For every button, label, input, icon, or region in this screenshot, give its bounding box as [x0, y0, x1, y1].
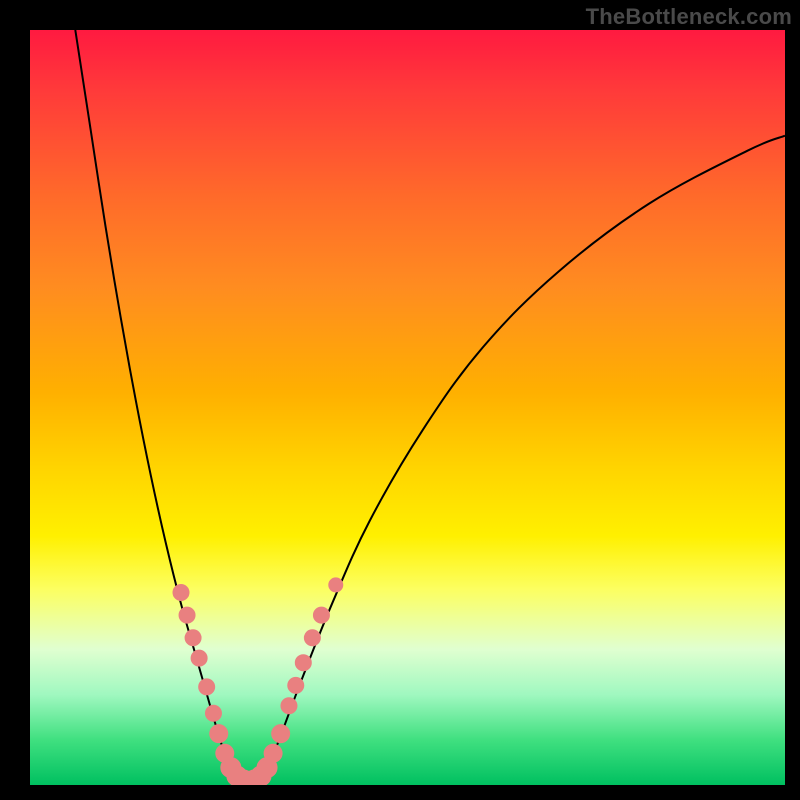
chart-svg — [30, 30, 785, 785]
data-marker — [288, 677, 304, 693]
data-marker — [272, 725, 290, 743]
chart-curve-left-branch — [75, 30, 234, 777]
data-marker — [257, 758, 277, 778]
data-marker — [233, 770, 253, 785]
data-marker — [304, 630, 320, 646]
plot-area — [30, 30, 785, 785]
data-marker — [205, 705, 221, 721]
data-marker — [295, 655, 311, 671]
data-marker — [185, 630, 201, 646]
chart-curve-valley-floor — [234, 777, 264, 783]
data-marker — [264, 744, 282, 762]
chart-frame: TheBottleneck.com — [0, 0, 800, 800]
data-marker — [239, 771, 259, 785]
data-marker — [313, 607, 329, 623]
data-marker — [329, 578, 343, 592]
chart-curve-right-branch — [264, 136, 785, 778]
data-marker — [179, 607, 195, 623]
watermark-text: TheBottleneck.com — [586, 4, 792, 30]
data-marker — [245, 770, 265, 785]
data-marker — [251, 766, 271, 785]
data-marker — [216, 744, 234, 762]
data-marker — [221, 758, 241, 778]
data-marker — [210, 725, 228, 743]
data-marker — [281, 698, 297, 714]
data-marker — [227, 766, 247, 785]
data-marker — [199, 679, 215, 695]
data-marker — [191, 650, 207, 666]
data-marker — [173, 584, 189, 600]
